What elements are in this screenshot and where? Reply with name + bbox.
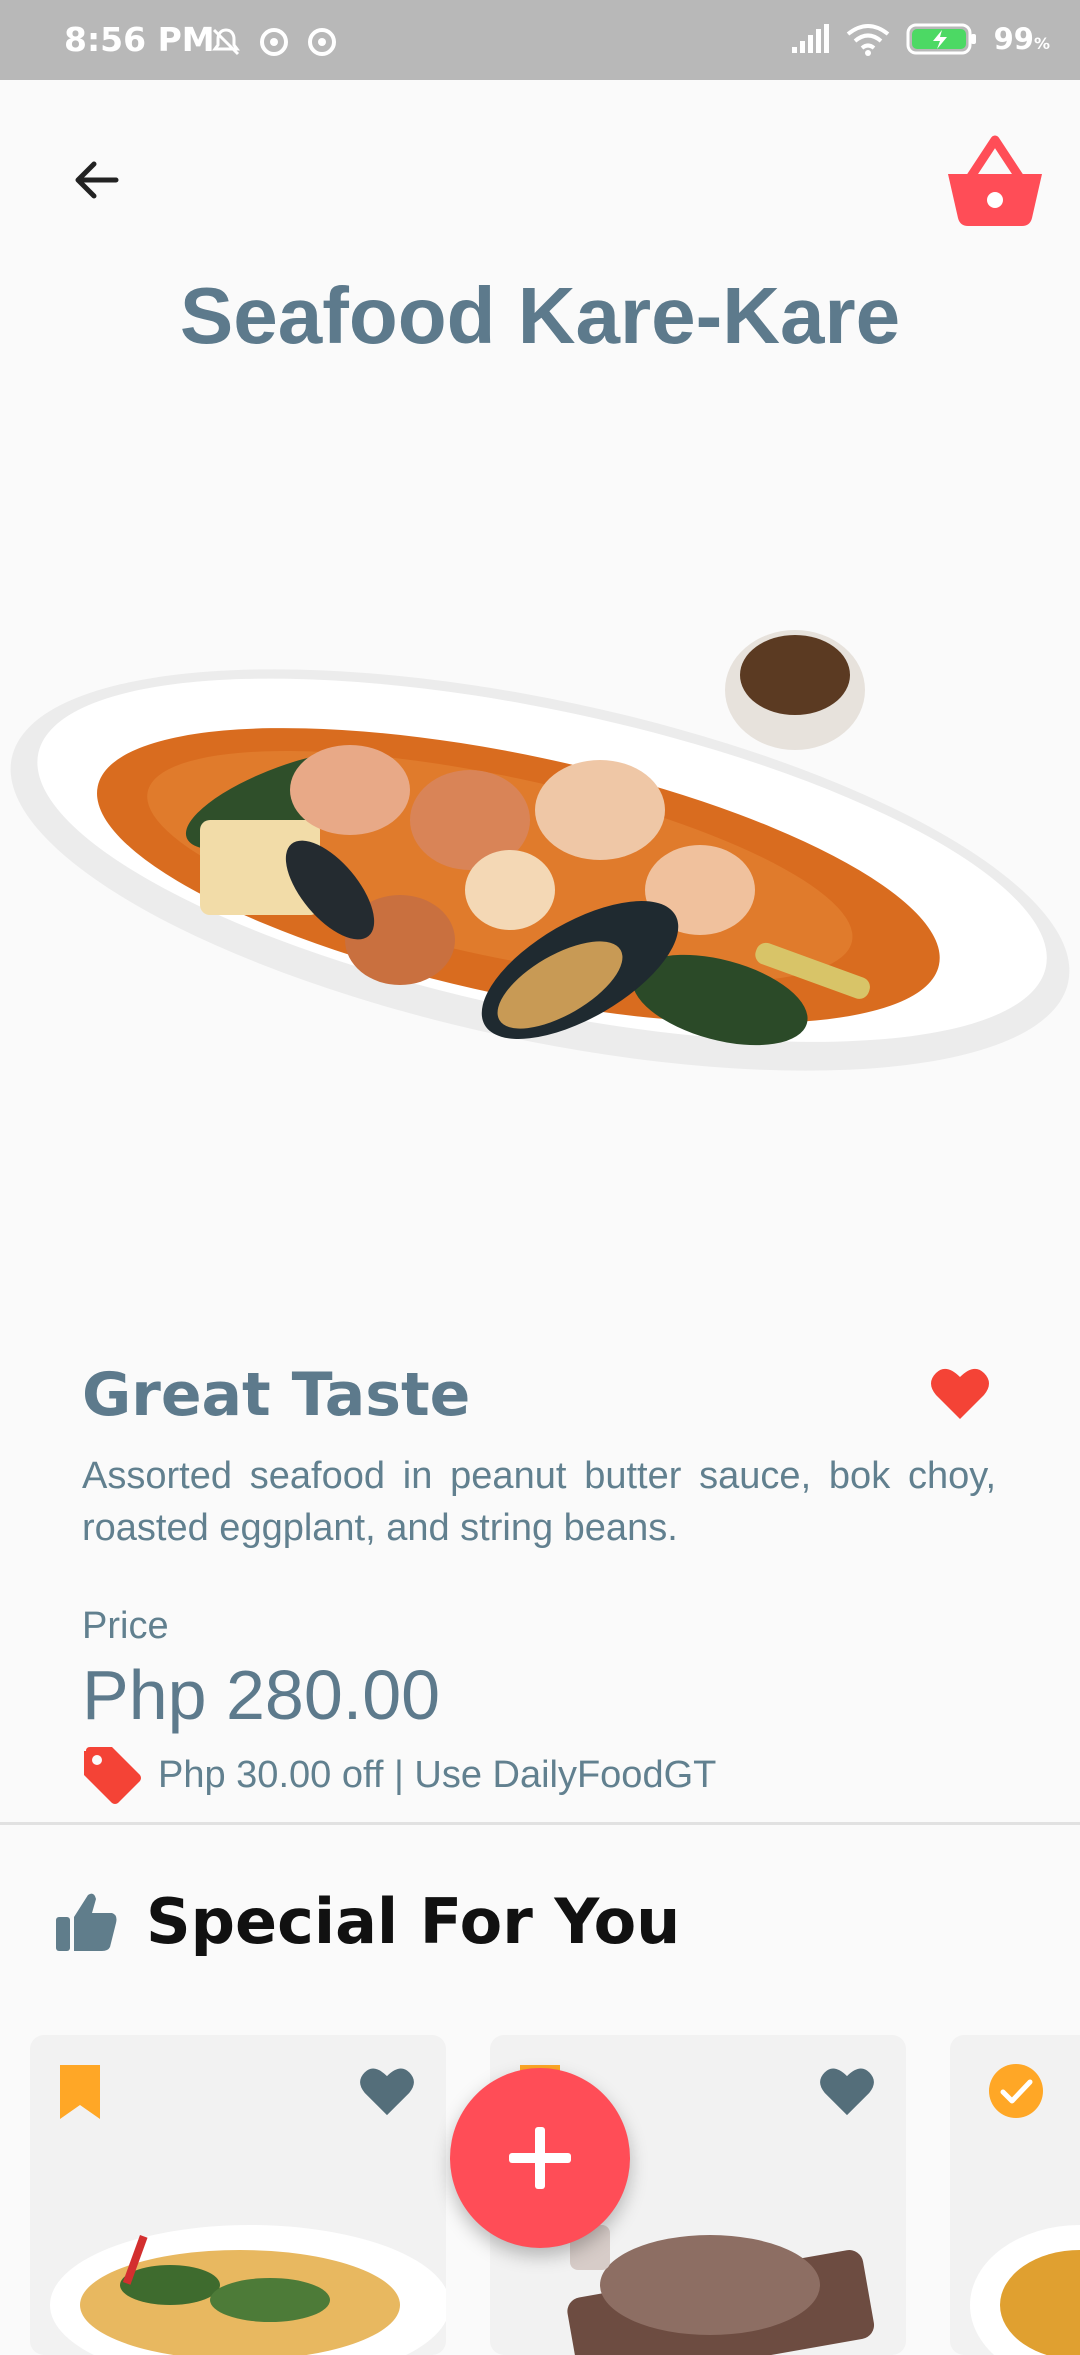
promo-row: Php 30.00 off | Use DailyFoodGT xyxy=(82,1745,716,1805)
thumbs-up-icon xyxy=(56,1893,117,1951)
heart-icon xyxy=(931,1368,989,1419)
arrow-left-icon xyxy=(75,161,119,199)
status-bar: 8:56 PM 99% xyxy=(0,0,1080,80)
favorite-button[interactable] xyxy=(930,1365,1000,1429)
back-button[interactable] xyxy=(56,140,136,220)
page-title: Seafood Kare-Kare xyxy=(179,271,901,360)
product-tagline: Great Taste xyxy=(82,1360,471,1430)
price-label: Price xyxy=(82,1605,169,1647)
basket-icon xyxy=(948,135,1042,226)
battery-charging-icon xyxy=(906,23,976,55)
special-card[interactable] xyxy=(950,2035,1080,2355)
price-value: Php 280.00 xyxy=(82,1656,441,1734)
signal-icon xyxy=(791,24,829,53)
special-title: Special For You xyxy=(146,1885,681,1958)
dish-image xyxy=(0,560,1080,1180)
wifi-icon xyxy=(846,24,889,56)
add-to-cart-button[interactable] xyxy=(450,2068,630,2248)
special-card[interactable] xyxy=(30,2035,446,2355)
dish-thumbnail xyxy=(970,2225,1080,2355)
heart-icon[interactable] xyxy=(818,2065,876,2117)
heart-icon[interactable] xyxy=(358,2065,416,2117)
silent-bell-icon xyxy=(212,28,240,56)
alarm-icon xyxy=(260,28,288,56)
divider xyxy=(0,1822,1080,1825)
status-time: 8:56 PM xyxy=(64,20,215,59)
check-circle-icon[interactable] xyxy=(988,2063,1044,2119)
status-icons-left xyxy=(210,26,338,58)
bookmark-icon[interactable] xyxy=(60,2065,100,2119)
tag-icon xyxy=(84,1747,141,1804)
dish-thumbnail xyxy=(50,2225,446,2355)
battery-level: 99% xyxy=(993,22,1050,56)
special-header: Special For You xyxy=(54,1885,680,1958)
basket-button[interactable] xyxy=(940,130,1050,240)
promo-text: Php 30.00 off | Use DailyFoodGT xyxy=(158,1753,717,1796)
status-icons-right: 99% xyxy=(790,22,1050,56)
plus-icon xyxy=(509,2127,571,2189)
product-description: Assorted seafood in peanut butter sauce,… xyxy=(82,1455,996,1549)
alarm-icon xyxy=(308,28,336,56)
